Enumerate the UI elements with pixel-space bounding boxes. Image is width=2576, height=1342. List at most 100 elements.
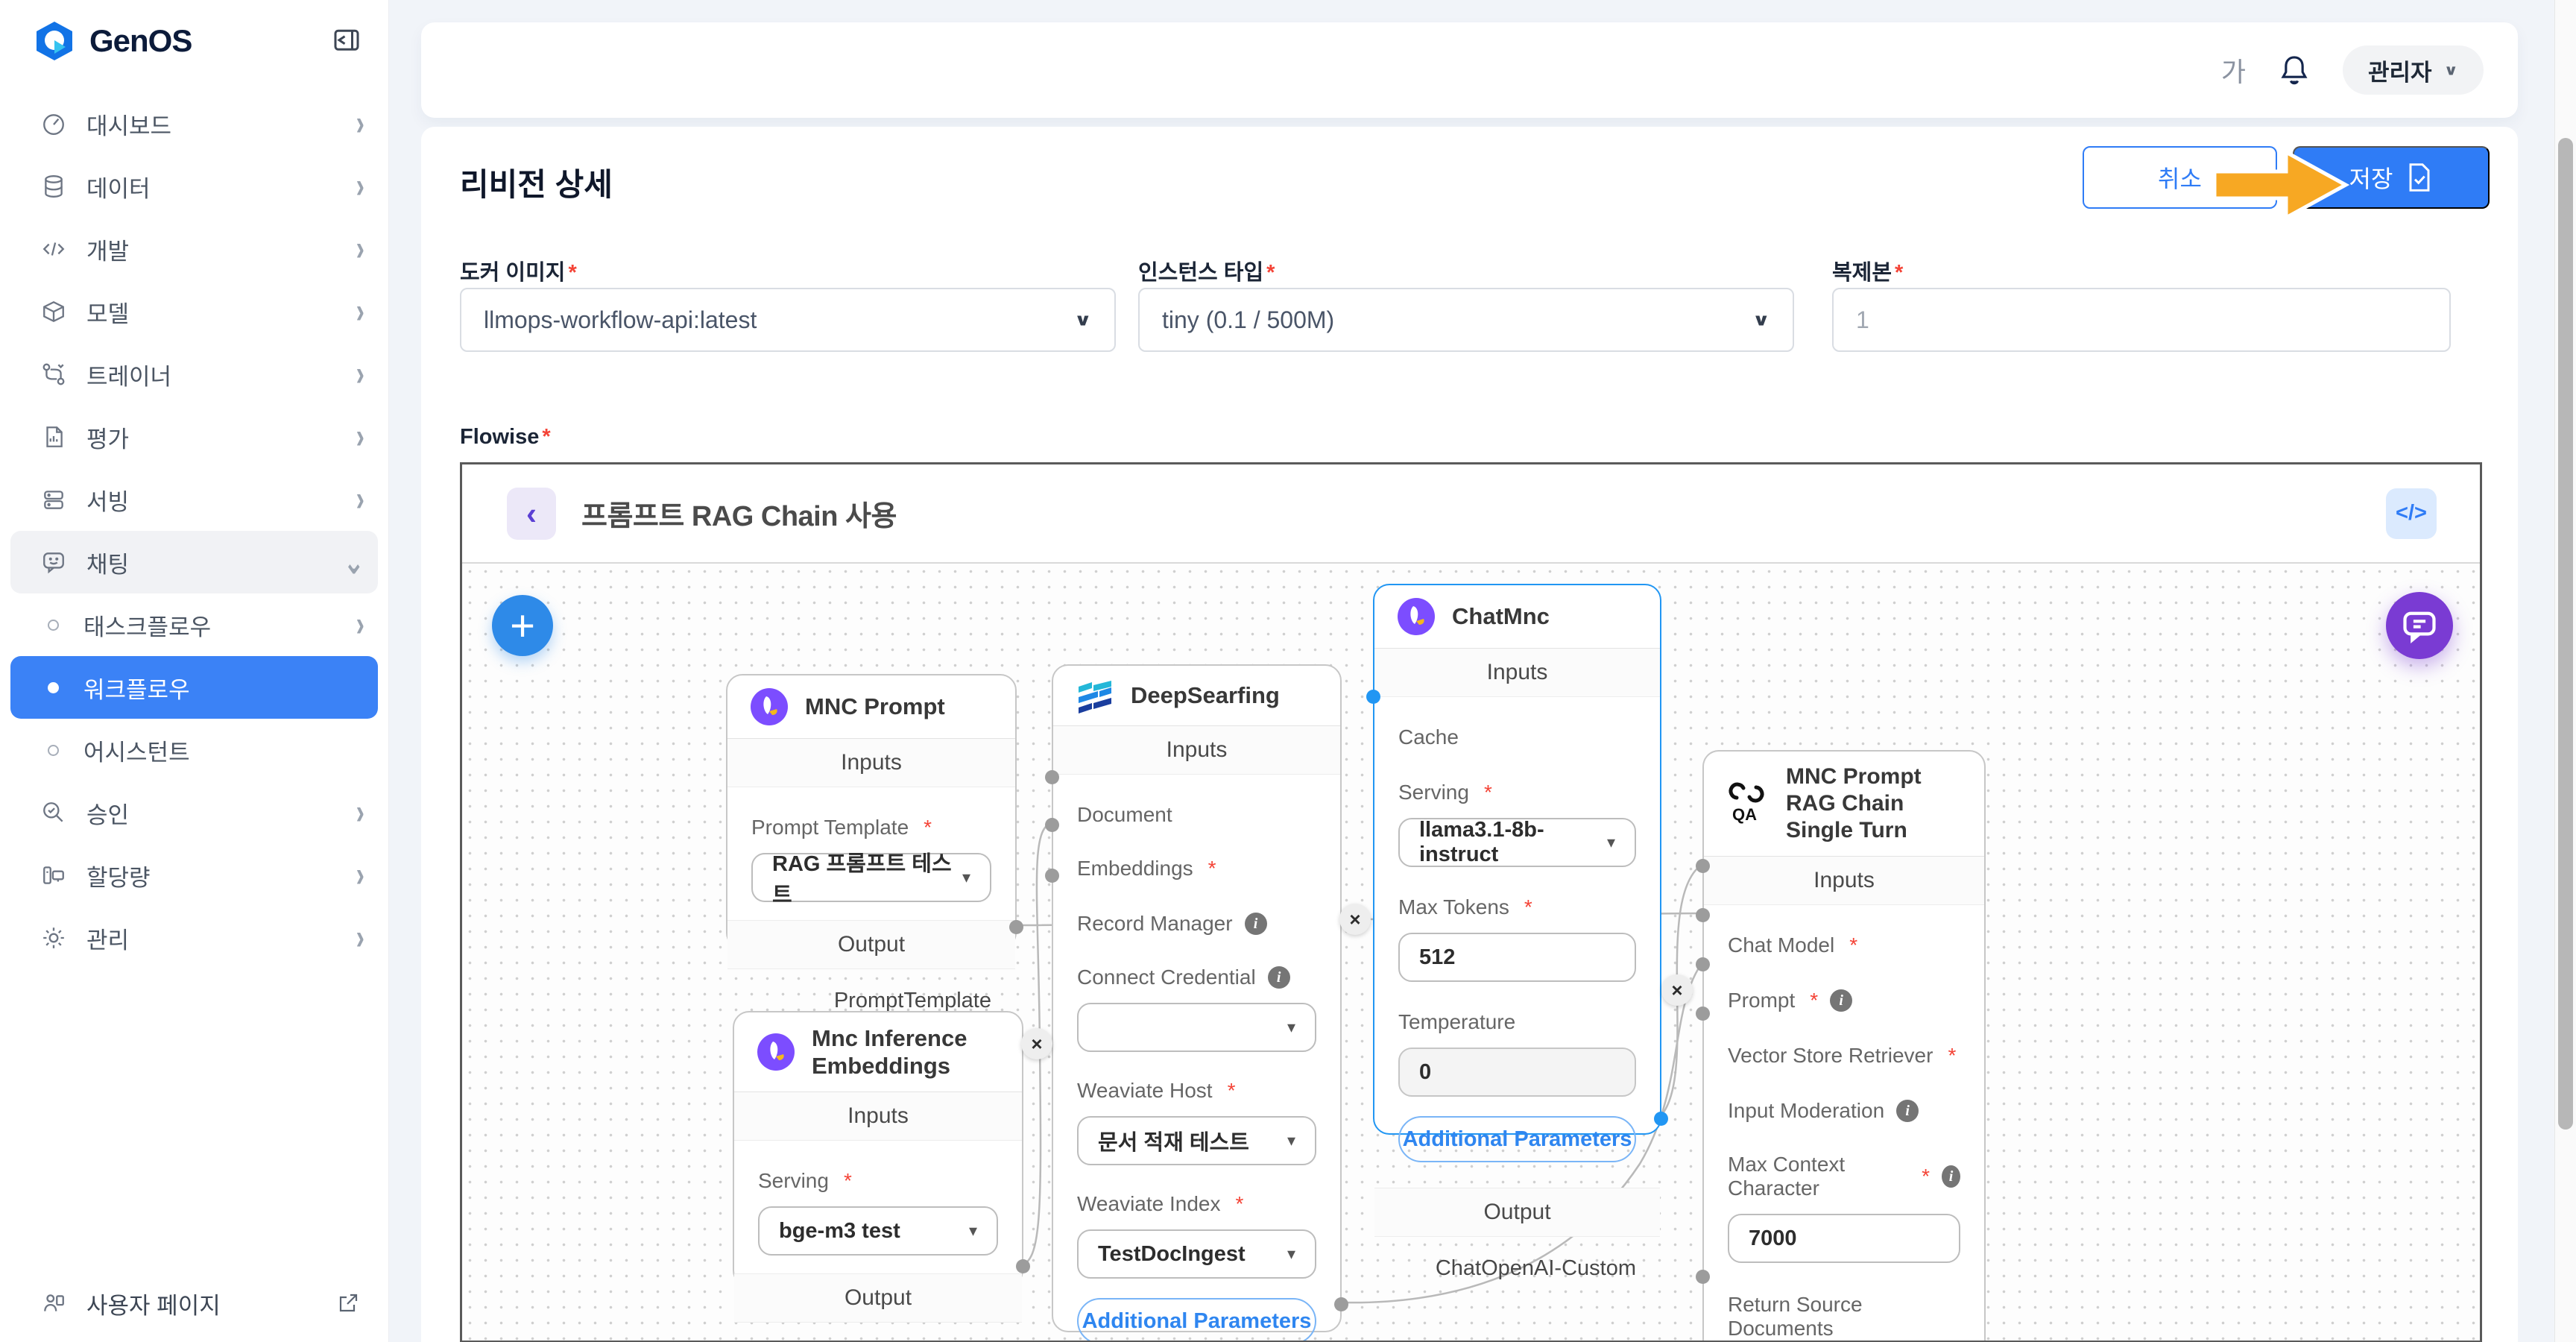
- sidebar-item-label: 할당량: [86, 859, 356, 892]
- chevron-down-icon: ∨: [1752, 310, 1770, 330]
- edge-delete-button[interactable]: ×: [1339, 904, 1371, 935]
- app-root: GenOS 대시보드 › 데이터 › 개발 ›: [0, 0, 2576, 1342]
- max-context-character-label: Max Context Character* i: [1728, 1153, 1960, 1200]
- text-size-button[interactable]: 가: [2221, 51, 2246, 89]
- ifelse-link-input-port[interactable]: [1696, 1270, 1710, 1284]
- max-context-character-input[interactable]: 7000: [1728, 1214, 1960, 1263]
- sidebar-item-approval[interactable]: 승인 ›: [10, 781, 378, 844]
- flowise-canvas: ‹ 프롬프트 RAG Chain 사용 </> +: [460, 462, 2482, 1342]
- sidebar-item-model[interactable]: 모델 ›: [10, 280, 378, 343]
- sidebar-item-quota[interactable]: 할당량 ›: [10, 844, 378, 907]
- instance-type-select[interactable]: tiny (0.1 / 500M) ∨: [1138, 288, 1794, 352]
- node-mnc-prompt[interactable]: MNC Prompt Inputs Prompt Template* RAG 프…: [726, 674, 1017, 949]
- replicas-label: 복제본*: [1832, 255, 1903, 286]
- document-input-port[interactable]: [1045, 770, 1059, 784]
- inputs-section-label: Inputs: [734, 1092, 1022, 1141]
- sidebar-item-data[interactable]: 데이터 ›: [10, 155, 378, 218]
- max-tokens-input[interactable]: 512: [1398, 933, 1636, 982]
- weaviate-index-select[interactable]: TestDocIngest ▾: [1077, 1229, 1316, 1279]
- embeddings-label: Embeddings*: [1077, 857, 1316, 881]
- sidebar-item-assistant[interactable]: 어시스턴트: [10, 719, 378, 781]
- info-icon[interactable]: i: [1245, 913, 1267, 935]
- input-moderation-input-port[interactable]: [1696, 1006, 1710, 1021]
- weaviate-host-select[interactable]: 문서 적재 테스트 ▾: [1077, 1116, 1316, 1165]
- node-title: ChatMnc: [1452, 602, 1550, 630]
- additional-parameters-button[interactable]: Additional Parameters: [1398, 1116, 1636, 1162]
- view-code-button[interactable]: </>: [2386, 488, 2437, 539]
- cache-input-port[interactable]: [1366, 690, 1380, 704]
- required-asterisk: *: [1266, 261, 1275, 285]
- serving-label: Serving*: [1398, 781, 1636, 804]
- notification-bell-icon[interactable]: [2279, 53, 2310, 87]
- back-button[interactable]: ‹: [507, 488, 556, 540]
- info-icon[interactable]: i: [1830, 989, 1852, 1012]
- sidebar-item-trainer[interactable]: 트레이너 ›: [10, 343, 378, 406]
- temperature-input[interactable]: 0: [1398, 1048, 1636, 1097]
- page-scrollbar-track[interactable]: [2554, 0, 2576, 1342]
- chevron-down-icon: ∨: [1074, 310, 1092, 330]
- flowise-canvas-body[interactable]: +: [462, 564, 2480, 1341]
- vector-store-input-port[interactable]: [1696, 957, 1710, 971]
- edge-delete-button[interactable]: ×: [1661, 974, 1693, 1006]
- report-icon: [37, 424, 70, 450]
- chevron-down-icon: ⌄: [344, 541, 365, 583]
- node-chatmnc[interactable]: ChatMnc Inputs Cache Serving* llama3.1-8…: [1373, 584, 1661, 1135]
- prompt-template-select[interactable]: RAG 프롬프트 테스트 ▾: [751, 853, 991, 902]
- node-rag-chain[interactable]: QA MNC Prompt RAG Chain Single Turn Inpu…: [1702, 750, 1986, 1341]
- sidebar-item-workflow[interactable]: 워크플로우: [10, 656, 378, 719]
- sidebar-item-dashboard[interactable]: 대시보드 ›: [10, 92, 378, 155]
- output-port[interactable]: [1654, 1112, 1668, 1126]
- sidebar-item-chat[interactable]: 채팅 ⌄: [10, 531, 378, 593]
- output-port[interactable]: [1009, 920, 1023, 934]
- weaviate-host-label: Weaviate Host*: [1077, 1079, 1316, 1103]
- embeddings-input-port[interactable]: [1045, 818, 1059, 832]
- info-icon[interactable]: i: [1942, 1165, 1960, 1188]
- replicas-input[interactable]: 1: [1832, 288, 2451, 352]
- connect-credential-select[interactable]: ▾: [1077, 1003, 1316, 1052]
- sidebar-item-taskflow[interactable]: 태스크플로우 ›: [10, 593, 378, 656]
- node-title: MNC Prompt: [805, 693, 945, 720]
- sidebar-item-label: 트레이너: [86, 358, 356, 391]
- gauge-icon: [37, 111, 70, 136]
- output-port[interactable]: [1016, 1259, 1030, 1273]
- flowise-canvas-title: 프롬프트 RAG Chain 사용: [581, 493, 897, 534]
- prompt-input-port[interactable]: [1696, 908, 1710, 922]
- gear-icon: [37, 925, 70, 951]
- info-icon[interactable]: i: [1268, 966, 1290, 989]
- chat-model-input-port[interactable]: [1696, 859, 1710, 873]
- chevron-right-icon: ›: [356, 855, 364, 896]
- additional-parameters-button[interactable]: Additional Parameters: [1077, 1298, 1316, 1341]
- sidebar-item-user-page[interactable]: 사용자 페이지: [10, 1272, 378, 1335]
- sidebar-item-develop[interactable]: 개발 ›: [10, 218, 378, 280]
- sidebar-item-evaluation[interactable]: 평가 ›: [10, 406, 378, 468]
- edge-delete-button[interactable]: ×: [1021, 1028, 1052, 1059]
- node-title: MNC Prompt RAG Chain Single Turn: [1786, 763, 1962, 844]
- sidebar-collapse-icon[interactable]: [332, 26, 362, 56]
- output-port[interactable]: [1334, 1297, 1348, 1311]
- info-icon[interactable]: i: [1896, 1100, 1919, 1122]
- docker-image-label: 도커 이미지*: [460, 255, 577, 286]
- record-manager-input-port[interactable]: [1045, 869, 1059, 883]
- sidebar-item-label: 데이터: [86, 170, 356, 204]
- output-anchor-label: HuggingFaceInferenceEmbeddings: [734, 1323, 1022, 1341]
- docker-image-value: llmops-workflow-api:latest: [484, 306, 757, 334]
- page-scrollbar-thumb[interactable]: [2558, 138, 2573, 1130]
- serving-select[interactable]: llama3.1-8b-instruct ▾: [1398, 818, 1636, 867]
- serving-select[interactable]: bge-m3 test ▾: [758, 1206, 998, 1256]
- add-node-button[interactable]: +: [492, 595, 553, 656]
- required-asterisk: *: [1236, 1192, 1244, 1216]
- docker-image-select[interactable]: llmops-workflow-api:latest ∨: [460, 288, 1116, 352]
- node-header: MNC Prompt: [727, 675, 1015, 739]
- chat-fab-button[interactable]: [2386, 592, 2453, 659]
- temperature-label: Temperature: [1398, 1010, 1636, 1034]
- sidebar-item-admin[interactable]: 관리 ›: [10, 907, 378, 969]
- output-section-label: Output: [1374, 1188, 1660, 1237]
- server-icon: [37, 487, 70, 512]
- node-deepsearfing[interactable]: DeepSearfing Inputs Document Embeddings*…: [1052, 664, 1342, 1332]
- node-mnc-inference-embeddings[interactable]: Mnc Inference Embeddings Inputs Serving*…: [733, 1011, 1023, 1287]
- database-icon: [37, 174, 70, 199]
- sidebar-item-serving[interactable]: 서빙 ›: [10, 468, 378, 531]
- save-button-label: 저장: [2349, 160, 2393, 195]
- user-menu-button[interactable]: 관리자 ∨: [2343, 45, 2484, 95]
- page-title: 리비전 상세: [460, 160, 613, 205]
